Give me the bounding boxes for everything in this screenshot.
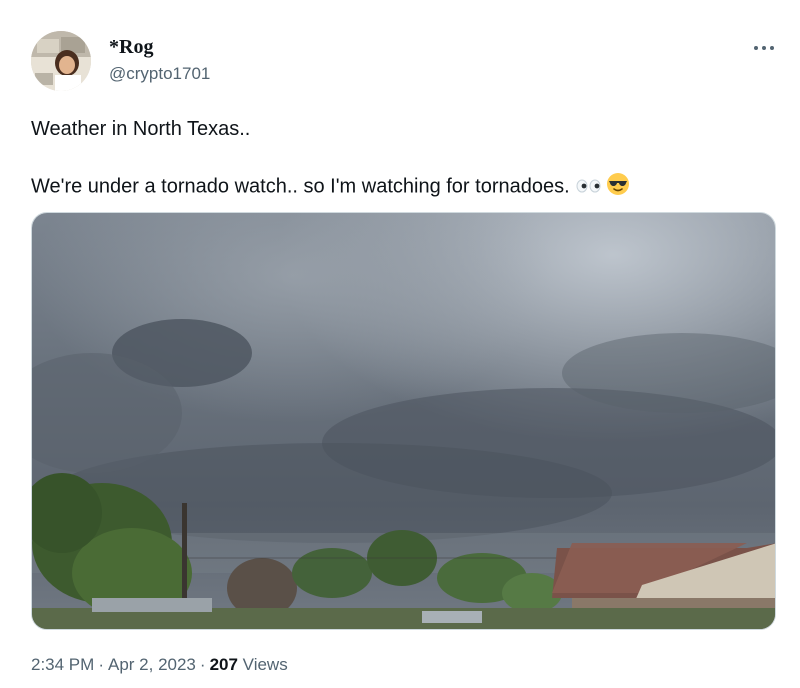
author-display-name[interactable]: *Rog <box>109 36 153 59</box>
tweet-text-line-2-content: We're under a tornado watch.. so I'm wat… <box>31 175 570 198</box>
meta-separator: · <box>98 655 104 674</box>
tweet-date[interactable]: Apr 2, 2023 <box>108 655 196 674</box>
stormy-sky-photo-icon <box>32 213 775 629</box>
views-count: 207 <box>209 655 238 674</box>
tweet-time[interactable]: 2:34 PM <box>31 655 94 674</box>
tweet-meta: 2:34 PM · Apr 2, 2023 · 207 Views <box>31 655 288 675</box>
meta-separator-2: · <box>199 655 206 674</box>
avatar-photo-icon <box>31 31 91 91</box>
tweet-media-photo[interactable] <box>31 212 776 630</box>
tweet-card: *Rog @crypto1701 Weather in North Texas.… <box>0 0 800 688</box>
sunglasses-smiley-emoji-icon <box>606 172 630 202</box>
more-options-icon[interactable] <box>752 36 776 60</box>
tweet-text-line-1: Weather in North Texas.. <box>31 118 251 140</box>
eyes-emoji-icon <box>576 176 602 199</box>
avatar[interactable] <box>31 31 91 91</box>
author-handle[interactable]: @crypto1701 <box>109 64 210 84</box>
tweet-text-line-2: We're under a tornado watch.. so I'm wat… <box>31 172 630 202</box>
views-label: Views <box>242 655 288 674</box>
